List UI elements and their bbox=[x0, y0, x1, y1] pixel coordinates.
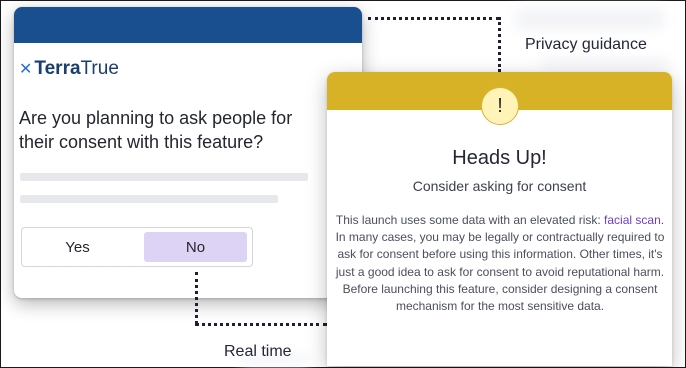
yes-no-toggle: Yes No bbox=[21, 227, 253, 267]
background-blur bbox=[540, 58, 670, 68]
logo-text-bold: Terra bbox=[34, 58, 81, 79]
connector-privacy-horizontal bbox=[368, 17, 499, 20]
risk-data-highlight: facial scan bbox=[604, 213, 661, 227]
connector-realtime-vertical bbox=[195, 272, 198, 324]
terratrue-logo-icon: ✕ bbox=[19, 61, 33, 78]
logo-text: True bbox=[80, 58, 119, 79]
guidance-body-rest: . In many cases, you may be legally or c… bbox=[335, 213, 665, 314]
terratrue-logo: ✕ Terra True bbox=[19, 58, 119, 80]
no-option[interactable]: No bbox=[144, 232, 247, 262]
real-time-label: Real time bbox=[224, 343, 292, 360]
guidance-body: This launch uses some data with an eleva… bbox=[335, 212, 665, 315]
guidance-subtitle: Consider asking for consent bbox=[412, 178, 587, 194]
heads-up-title: Heads Up! bbox=[452, 147, 547, 169]
placeholder-line bbox=[20, 173, 308, 181]
yes-option[interactable]: Yes bbox=[26, 232, 129, 262]
connector-realtime-horizontal bbox=[195, 323, 327, 326]
question-card-header bbox=[14, 7, 362, 43]
warning-icon: ! bbox=[481, 87, 519, 125]
background-blur bbox=[515, 8, 665, 30]
placeholder-line bbox=[20, 195, 278, 203]
exclamation-glyph: ! bbox=[497, 94, 503, 117]
guidance-body-start: This launch uses some data with an eleva… bbox=[335, 213, 605, 227]
consent-question: Are you planning to ask people for their… bbox=[19, 108, 293, 152]
privacy-guidance-label: Privacy guidance bbox=[525, 36, 647, 53]
connector-privacy-vertical bbox=[498, 17, 501, 72]
